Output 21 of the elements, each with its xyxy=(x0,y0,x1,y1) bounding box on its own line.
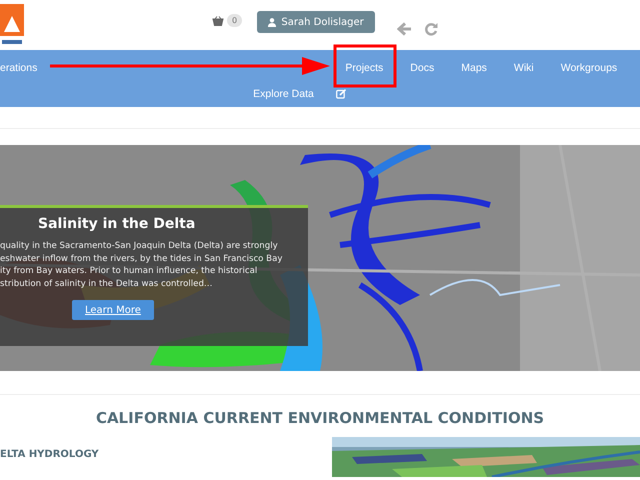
redo-icon[interactable] xyxy=(424,22,440,37)
panel-title: Salinity in the Delta xyxy=(38,216,196,232)
panel-text: quality in the Sacramento-San Joaquin Delta (Delta) are strongly eshwater inflow from the rivers, by the tides in San Francisco Bay ity from Bay waters. Prior to human influence, the historical stribution of salinity in the Delta was controlled… xyxy=(0,240,284,290)
basket-icon[interactable] xyxy=(212,16,224,26)
back-arrow-icon[interactable] xyxy=(397,22,412,36)
section-heading: CALIFORNIA CURRENT ENVIRONMENTAL CONDITIONS xyxy=(94,409,546,427)
nav-link[interactable]: Workgroups xyxy=(560,62,618,74)
nav-link[interactable]: Explore Data xyxy=(253,88,314,100)
nav-link[interactable]: erations xyxy=(0,62,38,74)
cart-count: 0 xyxy=(227,14,242,27)
subsection-heading: ELTA HYDROLOGY xyxy=(0,449,99,460)
user-button[interactable]: Sarah Dolislager xyxy=(257,11,376,33)
user-icon xyxy=(268,18,276,26)
edit-icon[interactable] xyxy=(336,89,347,99)
nav-link[interactable]: Wiki xyxy=(514,62,534,74)
nav-link[interactable]: Projects xyxy=(345,62,384,74)
nav-link[interactable]: Maps xyxy=(461,62,487,74)
nav-link[interactable]: Docs xyxy=(410,62,434,74)
highlight-box xyxy=(334,44,396,88)
logo xyxy=(0,4,24,46)
learn-more-button[interactable]: Learn More xyxy=(72,300,154,320)
